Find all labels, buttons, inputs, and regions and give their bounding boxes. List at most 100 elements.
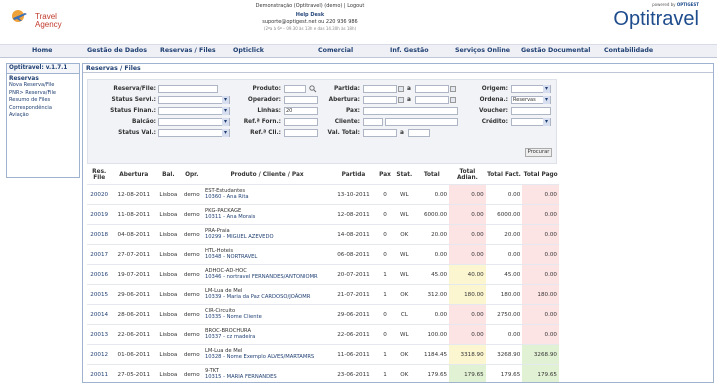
res-file-link[interactable]: 20020: [87, 185, 111, 205]
res-file-link[interactable]: 20014: [87, 305, 111, 325]
val-total-from-input[interactable]: [363, 129, 397, 137]
status-servi-select[interactable]: [158, 96, 230, 104]
search-button[interactable]: Procurar: [525, 148, 552, 157]
cliente-link[interactable]: 10337 - cz madeira: [205, 335, 329, 341]
cliente-link[interactable]: 10339 - Maria da Paz CARDOSO/JOÃOMR: [205, 295, 329, 301]
table-row[interactable]: 2001322-06-2011LisboademoBROC-BROCHURA10…: [87, 325, 559, 345]
nav-gestao-dados[interactable]: Gestão de Dados: [87, 47, 147, 54]
partida-cell: 06-08-2011: [331, 245, 376, 265]
ref-cli-input[interactable]: [284, 129, 318, 137]
ref-forn-input[interactable]: [284, 118, 318, 126]
cliente-link[interactable]: 10328 - Nome Exemplo ALVES/MARTAMRS: [205, 355, 329, 361]
table-header-row: Res. File Abertura Bal. Opr. Produto / C…: [87, 166, 559, 185]
voucher-input[interactable]: [511, 107, 551, 115]
col-total[interactable]: Total: [415, 166, 450, 185]
nav-inf-gestao[interactable]: Inf. Gestão: [390, 47, 429, 54]
cliente-link[interactable]: 10299 - MIGUEL AZEVEDO: [205, 235, 329, 241]
cliente-link[interactable]: 10335 - Nome Cliente: [205, 315, 329, 321]
sidebar-link-nova-reserva[interactable]: Nova Reserva/File: [9, 82, 77, 90]
abertura-sep: a: [407, 97, 411, 103]
res-file-link[interactable]: 20011: [87, 365, 111, 383]
table-row[interactable]: 2001201-06-2011LisboademoLM-Lua de Mel10…: [87, 345, 559, 365]
res-file-link[interactable]: 20012: [87, 345, 111, 365]
nav-comercial[interactable]: Comercial: [318, 47, 353, 54]
search-icon[interactable]: [309, 85, 317, 93]
calendar-icon[interactable]: [398, 97, 404, 103]
calendar-icon[interactable]: [398, 86, 404, 92]
nav-reservas-files[interactable]: Reservas / Files: [160, 47, 216, 54]
col-pax[interactable]: Pax: [376, 166, 394, 185]
partida-from-input[interactable]: [363, 85, 397, 93]
res-file-link[interactable]: 20013: [87, 325, 111, 345]
nav-contabilidade[interactable]: Contabilidade: [604, 47, 653, 54]
abertura-from-input[interactable]: [363, 96, 397, 104]
res-file-link[interactable]: 20015: [87, 285, 111, 305]
sidebar-link-aviacao[interactable]: Aviação: [9, 112, 77, 120]
cliente-link[interactable]: 10315 - MARIA FERNANDES: [205, 375, 329, 381]
balcao-select[interactable]: [158, 118, 230, 126]
produto-input[interactable]: [284, 85, 306, 93]
col-stat[interactable]: Stat.: [394, 166, 414, 185]
table-row[interactable]: 2001127-05-2011Lisboademo9-TKT10315 - MA…: [87, 365, 559, 383]
nav-opticlick[interactable]: Opticlick: [233, 47, 264, 54]
table-row[interactable]: 2001911-08-2011LisboademoPKG-PACKAGE1031…: [87, 205, 559, 225]
sidebar-link-resumo-files[interactable]: Resumo de Files: [9, 97, 77, 105]
total-cell: 45.00: [415, 265, 450, 285]
val-total-sep: a: [400, 130, 404, 136]
sidebar-link-pnr-reserva[interactable]: PNR> Reserva/File: [9, 90, 77, 98]
calendar-icon[interactable]: [450, 97, 456, 103]
sidebar-link-correspondencia[interactable]: Correspondência: [9, 105, 77, 113]
nav-gestao-documental[interactable]: Gestão Documental: [521, 47, 590, 54]
table-row[interactable]: 2001727-07-2011LisboademoHTL-Hoteis10348…: [87, 245, 559, 265]
status-finan-select[interactable]: [158, 107, 230, 115]
credito-select[interactable]: [511, 118, 551, 126]
col-opr[interactable]: Opr.: [181, 166, 203, 185]
val-total-to-input[interactable]: [408, 129, 430, 137]
cliente-name-input[interactable]: [385, 118, 458, 126]
status-val-select[interactable]: [158, 129, 230, 137]
operador-input[interactable]: [284, 96, 318, 104]
res-file-link[interactable]: 20017: [87, 245, 111, 265]
col-total-adian[interactable]: Total Adian.: [449, 166, 486, 185]
origem-select[interactable]: [511, 85, 551, 93]
nav-servicos-online[interactable]: Serviços Online: [455, 47, 510, 54]
status-finan-label: Status Finan.:: [110, 108, 156, 114]
session-line[interactable]: Demonstração (Optitravel) (demo) | Logou…: [225, 3, 395, 10]
table-row[interactable]: 2002012-08-2011LisboademoEST-Estudantes1…: [87, 185, 559, 205]
cliente-link[interactable]: 10348 - NORTRAVEL: [205, 255, 329, 261]
col-bal[interactable]: Bal.: [156, 166, 180, 185]
col-total-pago[interactable]: Total Pago: [522, 166, 559, 185]
col-abertura[interactable]: Abertura: [111, 166, 156, 185]
res-file-link[interactable]: 20019: [87, 205, 111, 225]
cliente-code-input[interactable]: [363, 118, 383, 126]
reserva-file-input[interactable]: [158, 85, 218, 93]
res-file-link[interactable]: 20016: [87, 265, 111, 285]
partida-cell: 29-06-2011: [331, 305, 376, 325]
calendar-icon[interactable]: [450, 86, 456, 92]
table-row[interactable]: 2001529-06-2011LisboademoLM-Lua de Mel10…: [87, 285, 559, 305]
res-file-link[interactable]: 20018: [87, 225, 111, 245]
abertura-to-input[interactable]: [415, 96, 449, 104]
col-partida[interactable]: Partida: [331, 166, 376, 185]
total-pago-cell: 0.00: [522, 245, 559, 265]
col-total-fact[interactable]: Total Fact.: [486, 166, 523, 185]
col-produto-cliente-pax[interactable]: Produto / Cliente / Pax: [203, 166, 331, 185]
col-res-file[interactable]: Res. File: [87, 166, 111, 185]
partida-sep: a: [407, 86, 411, 92]
partida-to-input[interactable]: [415, 85, 449, 93]
total-adian-cell: 40.00: [449, 265, 486, 285]
nav-home[interactable]: Home: [32, 47, 52, 54]
linhas-input[interactable]: 20: [284, 107, 318, 115]
cliente-link[interactable]: 10346 - nortravel FERNANDES/ANTONIOMR: [205, 275, 329, 281]
table-row[interactable]: 2001619-07-2011LisboademoADHOC-AD-HOC103…: [87, 265, 559, 285]
table-row[interactable]: 2001804-08-2011LisboademoPRA-Praia10299 …: [87, 225, 559, 245]
travel-agency-logo[interactable]: Travel Agency: [10, 5, 80, 41]
cliente-link[interactable]: 10360 - Ana Rita: [205, 195, 329, 201]
abertura-cell: 12-08-2011: [111, 185, 156, 205]
cliente-link[interactable]: 10311 - Ana Morais: [205, 215, 329, 221]
reserva-file-label: Reserva/File:: [113, 86, 156, 92]
table-row[interactable]: 2001428-06-2011LisboademoCIR-Circuito103…: [87, 305, 559, 325]
ordena-select[interactable]: Reservas: [511, 96, 551, 104]
pax-input[interactable]: [363, 107, 458, 115]
status-val-label: Status Val.:: [118, 130, 156, 136]
